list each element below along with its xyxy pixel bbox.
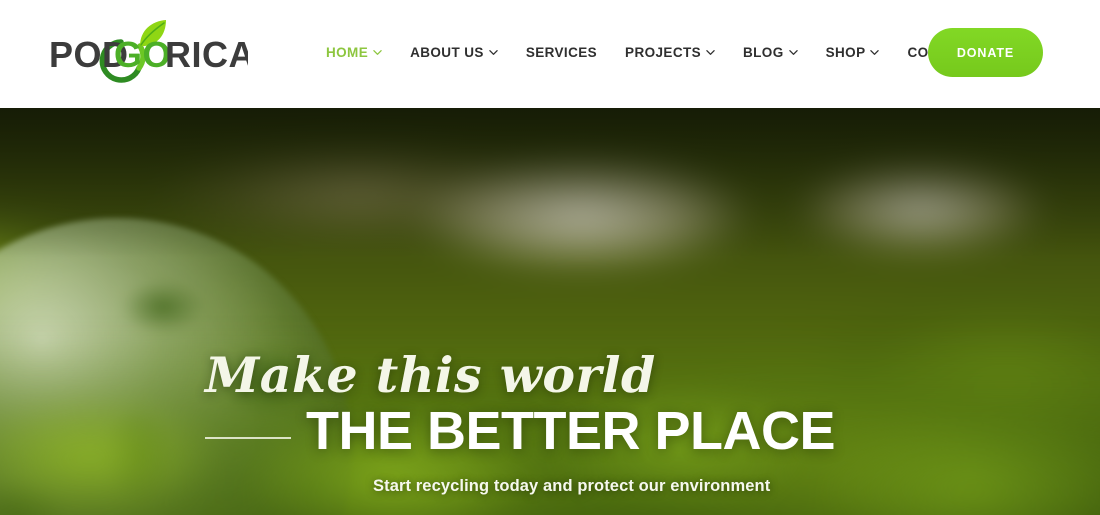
nav-item-services[interactable]: SERVICES	[512, 40, 611, 66]
hero-script-text: Make this world	[205, 346, 656, 404]
nav-item-shop[interactable]: SHOP	[812, 40, 894, 66]
logo-graphic: POD GO RICA	[49, 20, 248, 83]
chevron-down-icon	[373, 48, 382, 57]
nav-item-blog[interactable]: BLOG	[729, 40, 812, 66]
main-navigation: HOME ABOUT US SERVICES PROJECTS BLOG SHO…	[312, 40, 1013, 66]
nav-label-home: HOME	[326, 45, 369, 60]
chevron-down-icon	[788, 48, 798, 57]
nav-item-home[interactable]: HOME	[312, 40, 396, 66]
site-logo[interactable]: POD GO RICA	[48, 16, 248, 86]
page-root: POD GO RICA HOME ABOUT US SERVICES PROJE…	[0, 0, 1100, 515]
nav-label-about-us: ABOUT US	[410, 45, 484, 60]
nav-label-projects: PROJECTS	[625, 45, 702, 60]
nav-label-services: SERVICES	[525, 45, 598, 60]
logo-text-rica: RICA	[165, 34, 248, 75]
hero-headline: THE BETTER PLACE	[306, 401, 836, 461]
hero-subtext: Start recycling today and protect our en…	[373, 477, 771, 495]
nav-label-shop: SHOP	[825, 45, 866, 60]
hero-divider-rule	[205, 437, 291, 439]
nav-item-projects[interactable]: PROJECTS	[611, 40, 729, 66]
hero-banner: Make this world THE BETTER PLACE Start r…	[0, 108, 1100, 515]
chevron-down-icon	[870, 48, 880, 57]
site-header: POD GO RICA HOME ABOUT US SERVICES PROJE…	[0, 0, 1100, 108]
nav-label-blog: BLOG	[743, 45, 784, 60]
chevron-down-icon	[706, 48, 715, 57]
donate-button[interactable]: DONATE	[928, 28, 1043, 77]
chevron-down-icon	[489, 48, 498, 57]
nav-item-about-us[interactable]: ABOUT US	[396, 40, 512, 66]
logo-text-go: GO	[114, 34, 171, 75]
hero-copy: Make this world THE BETTER PLACE Start r…	[0, 108, 1100, 515]
